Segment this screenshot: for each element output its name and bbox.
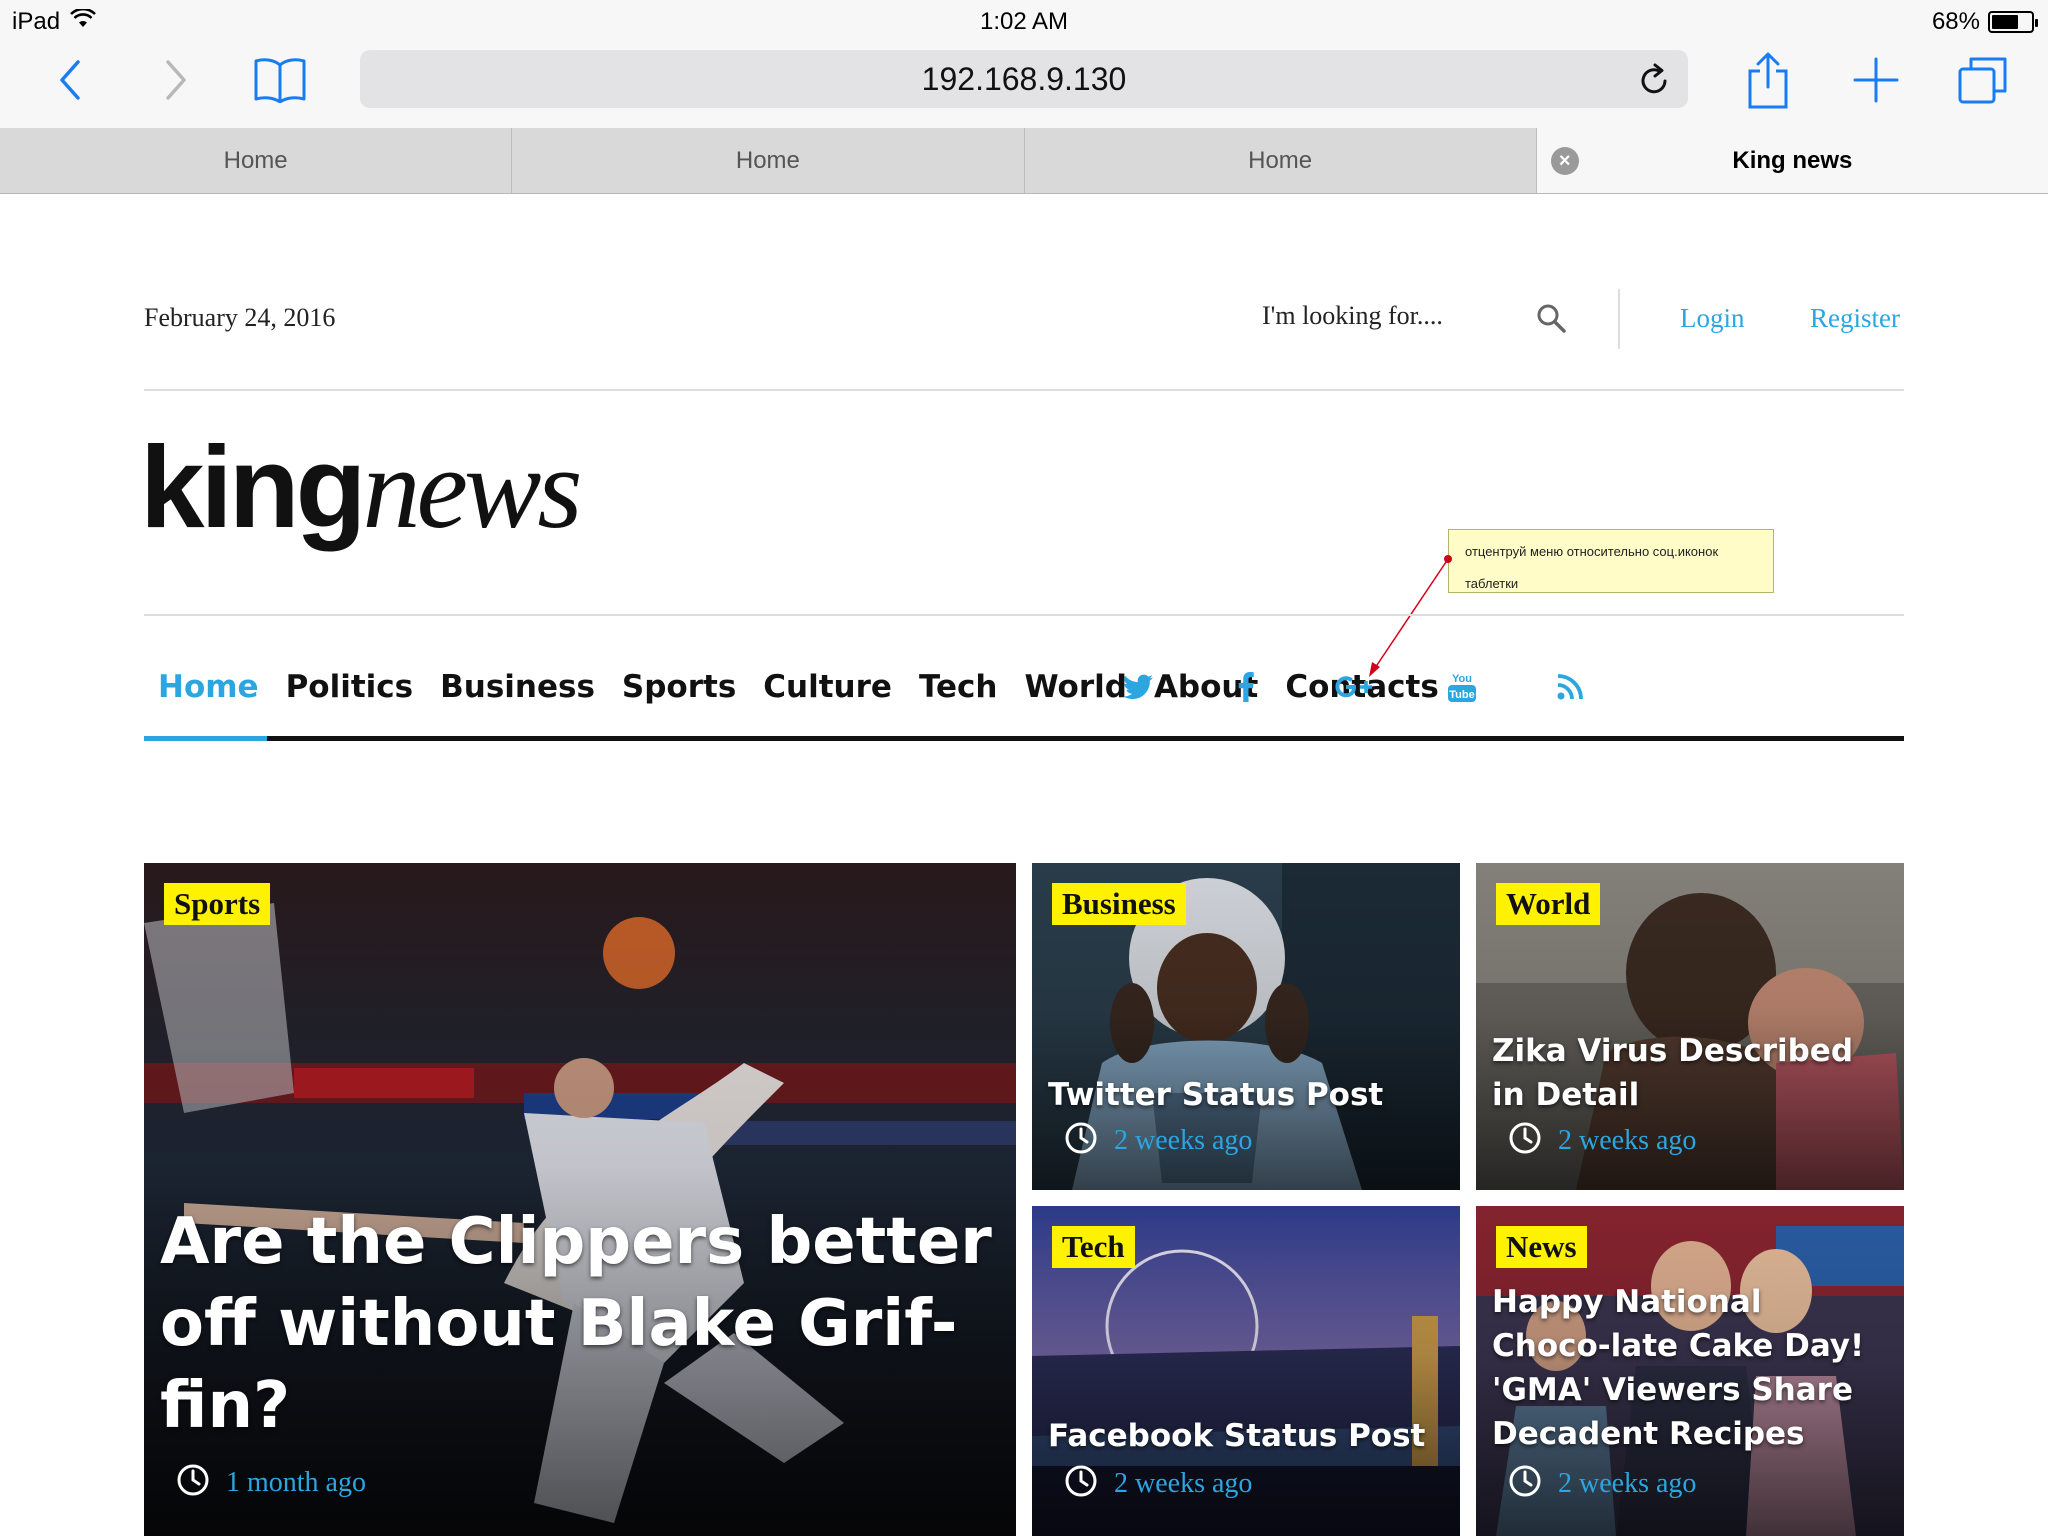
web-page: February 24, 2016 I'm looking for.... Lo… xyxy=(0,195,2048,1536)
reload-icon[interactable] xyxy=(1638,62,1670,104)
article-meta: 1 month ago xyxy=(176,1463,366,1502)
facebook-icon[interactable] xyxy=(1192,672,1300,702)
review-comment-note: отцентруй меню относительно соц.иконок т… xyxy=(1448,529,1774,593)
note-line-2: таблетки xyxy=(1465,576,1519,591)
top-bar: February 24, 2016 I'm looking for.... Lo… xyxy=(144,289,1904,349)
youtube-icon[interactable]: You Tube xyxy=(1408,670,1516,704)
current-date: February 24, 2016 xyxy=(144,303,336,332)
forward-button[interactable] xyxy=(150,40,202,120)
category-tag[interactable]: Sports xyxy=(164,883,271,925)
divider xyxy=(144,389,1904,391)
article-meta: 2 weeks ago xyxy=(1064,1121,1252,1160)
tab-home-2[interactable]: Home xyxy=(512,128,1025,193)
search-icon[interactable] xyxy=(1536,303,1566,338)
search-input[interactable]: I'm looking for.... xyxy=(1262,301,1443,331)
article-card[interactable]: World Zika Virus Described in Detail 2 w… xyxy=(1476,863,1904,1190)
status-bar: iPad 1:02 AM 68% xyxy=(0,0,2048,40)
article-meta: 2 weeks ago xyxy=(1508,1464,1696,1503)
social-icons: You Tube xyxy=(1084,647,1624,727)
tab-label: Home xyxy=(735,146,800,174)
main-navigation: Home Politics Business Sports Culture Tech Wor… xyxy=(144,647,1904,743)
tabs-overview-button[interactable] xyxy=(1956,40,2010,120)
battery-fill xyxy=(1992,15,2018,29)
battery-icon xyxy=(1988,11,2038,33)
article-title[interactable]: Are the Clippers better off without Blak… xyxy=(160,1201,1000,1447)
article-time: 2 weeks ago xyxy=(1114,1467,1253,1499)
category-tag[interactable]: Tech xyxy=(1052,1226,1135,1268)
address-bar[interactable]: 192.168.9.130 xyxy=(360,50,1688,108)
article-card[interactable]: Tech Facebook Status Post 2 weeks ago xyxy=(1032,1206,1460,1536)
svg-text:Tube: Tube xyxy=(1449,689,1474,701)
tab-label: King news xyxy=(1732,146,1853,174)
article-card[interactable]: News Happy National Choco-late Cake Day!… xyxy=(1476,1206,1904,1536)
share-button[interactable] xyxy=(1742,40,1794,120)
article-time: 2 weeks ago xyxy=(1558,1467,1697,1499)
clock-icon xyxy=(1064,1464,1098,1503)
nav-item-politics[interactable]: Politics xyxy=(286,647,414,727)
note-line-1: отцентруй меню относительно соц.иконок xyxy=(1465,544,1719,559)
register-link[interactable]: Register xyxy=(1810,303,1900,334)
bookmarks-button[interactable] xyxy=(250,40,310,120)
category-tag[interactable]: Business xyxy=(1052,883,1186,925)
divider xyxy=(144,614,1904,616)
tab-label: Home xyxy=(223,146,288,174)
tab-home-1[interactable]: Home xyxy=(0,128,513,193)
nav-item-home[interactable]: Home xyxy=(158,647,259,727)
category-tag[interactable]: News xyxy=(1496,1226,1587,1268)
featured-article[interactable]: Sports Are the Clippers better off witho… xyxy=(144,863,1016,1536)
divider xyxy=(1618,289,1620,349)
article-title[interactable]: Zika Virus Described in Detail xyxy=(1492,1029,1888,1117)
nav-item-business[interactable]: Business xyxy=(440,647,595,727)
nav-active-indicator xyxy=(144,736,267,741)
tab-home-3[interactable]: Home xyxy=(1025,128,1537,193)
url-text: 192.168.9.130 xyxy=(921,60,1127,97)
close-tab-icon[interactable]: × xyxy=(1550,147,1579,175)
site-logo[interactable]: kingnews xyxy=(140,427,582,549)
back-button[interactable] xyxy=(44,40,96,120)
login-link[interactable]: Login xyxy=(1680,303,1745,334)
category-tag[interactable]: World xyxy=(1496,883,1601,925)
article-time: 2 weeks ago xyxy=(1558,1124,1697,1156)
article-meta: 2 weeks ago xyxy=(1064,1464,1252,1503)
battery-percent: 68% xyxy=(1931,8,1980,35)
tab-king-news[interactable]: × King news xyxy=(1536,128,2048,193)
nav-item-tech[interactable]: Tech xyxy=(919,647,998,727)
article-title[interactable]: Facebook Status Post xyxy=(1048,1414,1444,1458)
article-meta: 2 weeks ago xyxy=(1508,1121,1696,1160)
new-tab-button[interactable] xyxy=(1850,40,1902,120)
article-title[interactable]: Happy National Choco-late Cake Day! 'GMA… xyxy=(1492,1280,1888,1456)
article-title[interactable]: Twitter Status Post xyxy=(1048,1073,1444,1117)
article-card[interactable]: Business Twitter Status Post 2 weeks ago xyxy=(1032,863,1460,1190)
clock-icon xyxy=(1064,1121,1098,1160)
google-plus-icon[interactable] xyxy=(1300,673,1408,701)
clock: 1:02 AM xyxy=(979,8,1069,35)
article-time: 2 weeks ago xyxy=(1114,1124,1253,1156)
nav-underline xyxy=(144,736,1904,741)
nav-item-sports[interactable]: Sports xyxy=(622,647,736,727)
clock-icon xyxy=(176,1463,210,1502)
logo-king: king xyxy=(140,422,366,552)
rss-icon[interactable] xyxy=(1516,674,1624,700)
logo-news: news xyxy=(362,425,582,553)
clock-icon xyxy=(1508,1464,1542,1503)
tab-strip: Home Home Home × King news xyxy=(0,128,2048,194)
browser-toolbar: 192.168.9.130 xyxy=(0,40,2048,128)
nav-item-culture[interactable]: Culture xyxy=(763,647,892,727)
tab-label: Home xyxy=(1248,146,1313,174)
svg-text:You: You xyxy=(1452,673,1472,685)
twitter-icon[interactable] xyxy=(1084,674,1192,700)
article-time: 1 month ago xyxy=(226,1466,366,1498)
clock-icon xyxy=(1508,1121,1542,1160)
